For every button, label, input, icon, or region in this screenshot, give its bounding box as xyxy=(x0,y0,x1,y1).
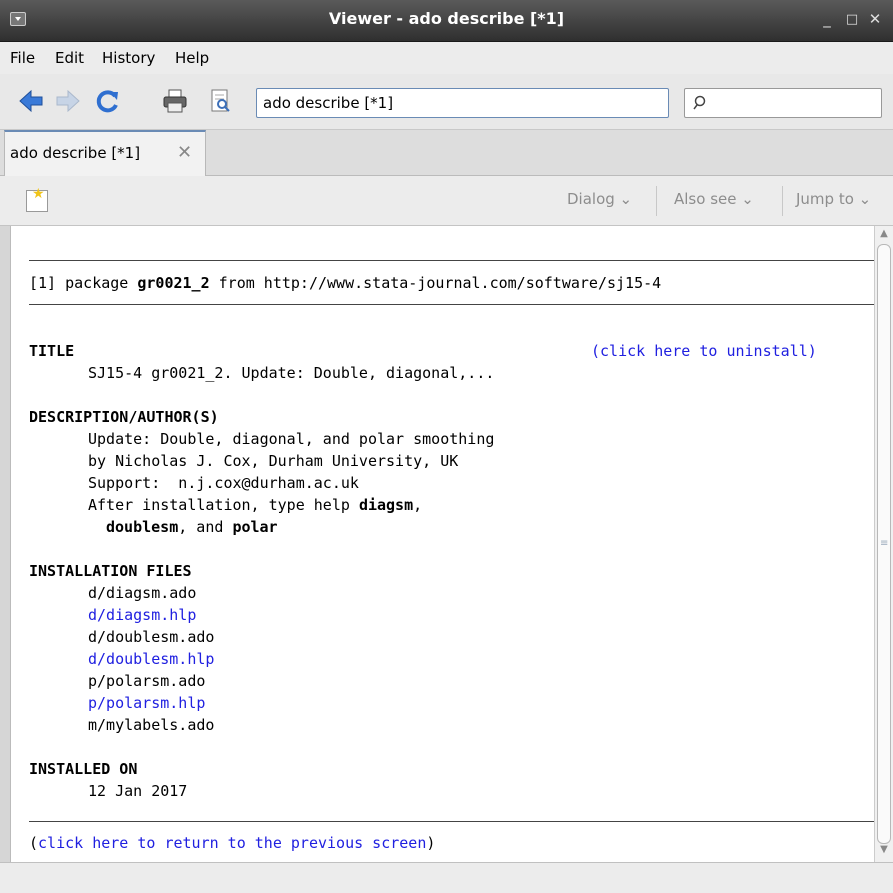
description-line: Support: n.j.cox@durham.ac.uk xyxy=(88,474,359,492)
forward-arrow-icon[interactable] xyxy=(55,88,81,114)
find-in-page-icon[interactable] xyxy=(208,88,234,114)
status-bar xyxy=(0,862,893,893)
description-heading: DESCRIPTION/AUTHOR(S) xyxy=(29,408,219,426)
maximize-button[interactable]: □ xyxy=(843,12,861,27)
menu-edit[interactable]: Edit xyxy=(55,49,84,67)
viewer-toolbar: Dialog ⌄ Also see ⌄ Jump to ⌄ xyxy=(0,176,893,226)
close-window-button[interactable]: ✕ xyxy=(866,10,884,28)
tab-ado-describe[interactable]: ado describe [*1] ✕ xyxy=(4,130,206,176)
description-line: by Nicholas J. Cox, Durham University, U… xyxy=(88,452,459,470)
chevron-down-icon: ⌄ xyxy=(853,190,872,208)
new-viewer-icon[interactable] xyxy=(26,186,48,212)
vertical-scrollbar[interactable]: ▲ ≡ ▼ xyxy=(874,226,893,862)
viewer-content: [1] package gr0021_2 from http://www.sta… xyxy=(10,226,875,862)
menu-history[interactable]: History xyxy=(102,49,155,67)
title-text: SJ15-4 gr0021_2. Update: Double, diagona… xyxy=(88,364,495,382)
search-input[interactable] xyxy=(684,88,882,118)
divider xyxy=(29,260,875,261)
menu-help[interactable]: Help xyxy=(175,49,209,67)
minimize-button[interactable]: _ xyxy=(818,10,836,28)
back-arrow-icon[interactable] xyxy=(18,88,44,114)
package-header: [1] package gr0021_2 from http://www.sta… xyxy=(29,274,662,292)
file-entry: d/diagsm.ado xyxy=(88,584,197,602)
title-heading: TITLE xyxy=(29,342,75,360)
file-entry: d/doublesm.ado xyxy=(88,628,215,646)
file-link[interactable]: p/polarsm.hlp xyxy=(88,692,205,714)
description-line: Update: Double, diagonal, and polar smoo… xyxy=(88,430,495,448)
search-icon xyxy=(693,95,706,110)
main-toolbar: ado describe [*1] xyxy=(0,74,893,130)
uninstall-link[interactable]: (click here to uninstall) xyxy=(591,340,817,362)
window-title: Viewer - ado describe [*1] xyxy=(328,9,565,28)
file-entry: p/polarsm.ado xyxy=(88,672,206,690)
file-entry: m/mylabels.ado xyxy=(88,716,215,734)
installed-heading: INSTALLED ON xyxy=(29,760,138,778)
return-line: (click here to return to the previous sc… xyxy=(29,834,436,852)
description-line: After installation, type help diagsm, xyxy=(88,496,423,514)
menu-bar: File Edit History Help xyxy=(0,42,893,74)
jump-to-dropdown[interactable]: Jump to ⌄ xyxy=(796,190,871,208)
file-link[interactable]: d/diagsm.hlp xyxy=(88,604,196,626)
divider xyxy=(29,821,875,822)
jump-to-label: Jump to xyxy=(796,190,854,208)
tab-close-icon[interactable]: ✕ xyxy=(177,142,192,163)
chevron-down-icon: ⌄ xyxy=(736,190,754,208)
tab-label: ado describe [*1] xyxy=(10,144,141,162)
dialog-label: Dialog xyxy=(567,190,615,208)
file-link[interactable]: d/doublesm.hlp xyxy=(88,648,214,670)
scrollbar-grip-icon: ≡ xyxy=(880,538,889,549)
url-input[interactable]: ado describe [*1] xyxy=(256,88,669,118)
files-heading: INSTALLATION FILES xyxy=(29,562,192,580)
tab-strip: ado describe [*1] ✕ xyxy=(0,130,893,176)
package-name: gr0021_2 xyxy=(137,274,210,292)
chevron-down-icon: ⌄ xyxy=(614,190,633,208)
description-line: doublesm, and polar xyxy=(106,518,278,536)
scroll-down-icon[interactable]: ▼ xyxy=(877,844,891,860)
print-icon[interactable] xyxy=(162,88,188,114)
also-see-label: Also see xyxy=(674,190,737,208)
also-see-dropdown[interactable]: Also see ⌄ xyxy=(674,190,754,208)
separator xyxy=(656,186,657,216)
separator xyxy=(782,186,783,216)
title-bar: Viewer - ado describe [*1] _ □ ✕ xyxy=(0,0,893,42)
return-link[interactable]: click here to return to the previous scr… xyxy=(38,834,426,852)
dialog-dropdown[interactable]: Dialog ⌄ xyxy=(567,190,632,208)
installed-date: 12 Jan 2017 xyxy=(88,782,188,800)
scroll-up-icon[interactable]: ▲ xyxy=(877,228,891,244)
menu-file[interactable]: File xyxy=(10,49,35,67)
divider xyxy=(29,304,875,305)
refresh-icon[interactable] xyxy=(95,88,121,114)
